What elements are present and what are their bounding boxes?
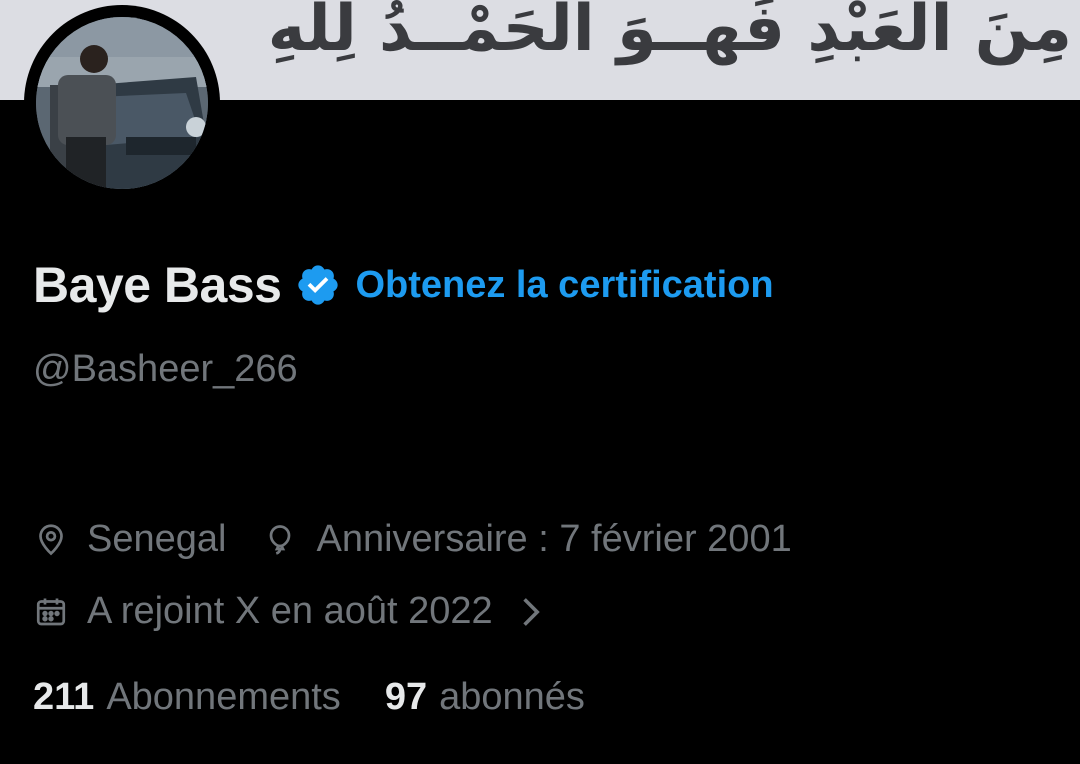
follow-stats: 211 Abonnements 97 abonnés — [33, 676, 585, 719]
user-handle: @Basheer_266 — [33, 348, 298, 390]
name-row: Baye Bass Obtenez la certification — [33, 250, 774, 320]
following-link[interactable]: 211 Abonnements — [33, 676, 341, 719]
birthday-text: Anniversaire : 7 février 2001 — [316, 518, 792, 560]
avatar[interactable] — [24, 5, 220, 201]
location-text: Senegal — [87, 518, 227, 560]
following-label: Abonnements — [106, 676, 341, 718]
balloon-icon — [262, 522, 298, 558]
chevron-right-icon — [519, 594, 541, 630]
get-certification-link[interactable]: Obtenez la certification — [355, 264, 773, 307]
followers-link[interactable]: 97 abonnés — [385, 676, 585, 719]
followers-count: 97 — [384, 676, 428, 718]
location-icon — [33, 522, 69, 558]
display-name: Baye Bass — [33, 257, 282, 313]
calendar-icon — [33, 594, 69, 630]
verified-badge-icon[interactable] — [295, 262, 341, 308]
joined-row[interactable]: A rejoint X en août 2022 — [33, 590, 541, 633]
joined-text: A rejoint X en août 2022 — [87, 590, 493, 632]
followers-label: abonnés — [439, 676, 585, 718]
profile-meta-row: Senegal Anniversaire : 7 février 2001 — [33, 518, 792, 561]
following-count: 211 — [33, 676, 95, 718]
avatar-image — [36, 17, 208, 189]
banner-text: مِنَ العَبْدِ فَهــوَ الحَمْــدُ لِلهِ — [267, 0, 1072, 66]
avatar-photo — [36, 17, 208, 189]
